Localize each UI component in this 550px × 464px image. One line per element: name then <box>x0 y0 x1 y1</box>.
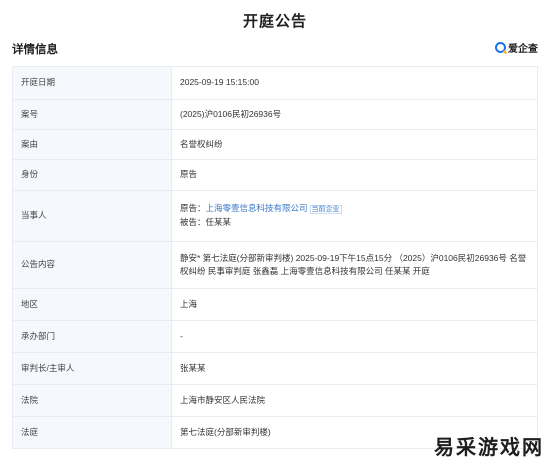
row-value: (2025)沪0106民初26936号 <box>171 99 538 130</box>
row-label: 案号 <box>12 99 172 130</box>
table-row: 开庭日期 2025-09-19 15:15:00 <box>12 66 538 100</box>
row-value: 名誉权纠纷 <box>171 129 538 160</box>
page-title: 开庭公告 <box>242 13 307 30</box>
row-value: 上海 <box>171 288 538 321</box>
table-row: 公告内容 静安* 第七法庭(分部新审判楼) 2025-09-19下午15点15分… <box>12 241 538 289</box>
row-value: - <box>171 320 538 353</box>
plaintiff-company-link[interactable]: 上海零壹信息科技有限公司 <box>206 203 308 213</box>
row-value: 张某某 <box>171 352 538 385</box>
table-row: 审判长/主审人 张某某 <box>12 352 538 385</box>
brand-name: 爱企查 <box>508 44 538 55</box>
current-company-tag: 当前企业 <box>309 205 342 215</box>
plaintiff-line: 原告：上海零壹信息科技有限公司 当前企业 <box>180 202 529 216</box>
row-label: 公告内容 <box>12 241 172 289</box>
magnifier-logo-icon <box>495 42 506 53</box>
row-label: 承办部门 <box>12 320 172 353</box>
watermark: 易采游戏网 <box>434 435 544 459</box>
parties-cell: 原告：上海零壹信息科技有限公司 当前企业 被告：任某某 <box>171 190 538 242</box>
table-row: 当事人 原告：上海零壹信息科技有限公司 当前企业 被告：任某某 <box>12 190 538 242</box>
defendant-prefix: 被告： <box>180 217 206 228</box>
row-label: 法院 <box>12 384 172 417</box>
defendant-name: 任某某 <box>205 217 232 228</box>
table-row: 案号 (2025)沪0106民初26936号 <box>12 99 538 130</box>
section-title: 详情信息 <box>12 44 58 56</box>
defendant-line: 被告：任某某 <box>180 216 529 229</box>
table-row: 法院 上海市静安区人民法院 <box>12 384 538 417</box>
row-value: 静安* 第七法庭(分部新审判楼) 2025-09-19下午15点15分 （202… <box>171 241 538 289</box>
plaintiff-prefix: 原告： <box>180 203 206 214</box>
table-row: 案由 名誉权纠纷 <box>12 129 538 160</box>
row-label: 地区 <box>12 288 172 321</box>
row-label: 法庭 <box>12 416 172 449</box>
row-label: 审判长/主审人 <box>12 352 172 385</box>
table-row: 地区 上海 <box>12 288 538 321</box>
row-value: 上海市静安区人民法院 <box>171 384 538 417</box>
row-label: 案由 <box>12 129 172 160</box>
row-label: 身份 <box>12 159 172 191</box>
detail-table: 开庭日期 2025-09-19 15:15:00 案号 (2025)沪0106民… <box>12 66 538 449</box>
row-value: 原告 <box>171 159 538 191</box>
row-value: 2025-09-19 15:15:00 <box>171 66 538 100</box>
table-row: 承办部门 - <box>12 320 538 353</box>
table-row: 身份 原告 <box>12 159 538 191</box>
row-label: 开庭日期 <box>12 66 172 100</box>
brand-link[interactable]: 爱企查 <box>495 40 538 55</box>
row-label: 当事人 <box>12 190 172 242</box>
